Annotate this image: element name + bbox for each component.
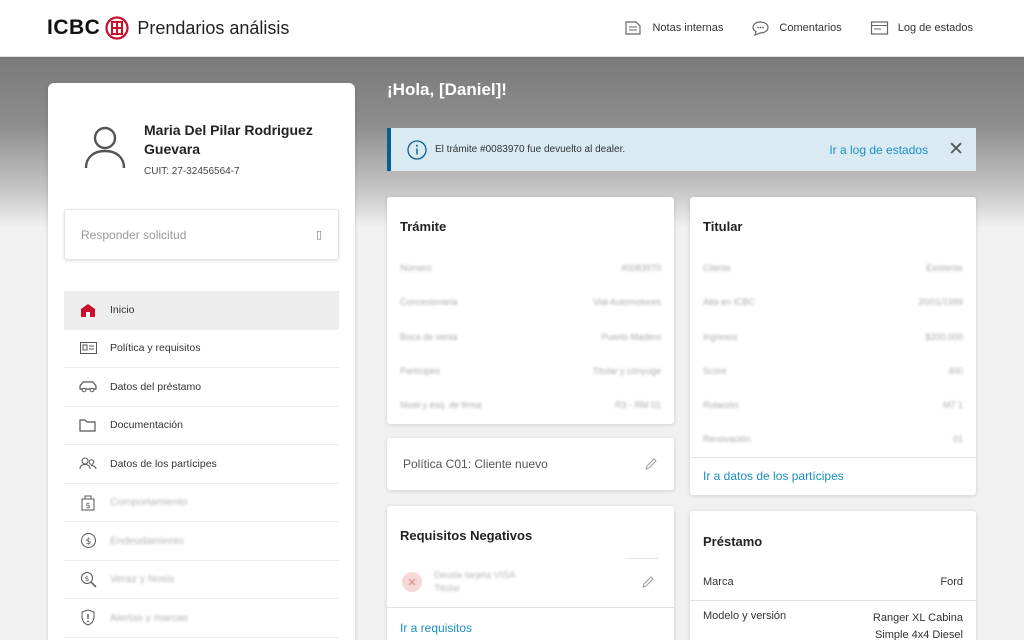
- tramite-row: Nivel y esq. de firma R3 - RM 01: [400, 400, 661, 410]
- icbc-logo-icon: [105, 16, 129, 40]
- sidebar-item-alertas[interactable]: Alertas y marcas: [64, 599, 339, 638]
- sidebar-item-comportamiento[interactable]: $ Comportamiento: [64, 484, 339, 522]
- divider: [690, 600, 976, 601]
- requirements-link[interactable]: Ir a requisitos: [400, 621, 472, 635]
- info-icon: [407, 139, 427, 160]
- sidebar-item-label: Datos de los partícipes: [110, 457, 217, 470]
- bag-icon: $: [79, 494, 97, 511]
- folder-icon: [79, 417, 97, 433]
- divider: [387, 607, 674, 608]
- policy-card[interactable]: Política C01: Cliente nuevo: [387, 438, 674, 490]
- tramite-card: Trámite Número #0083970 Concesionaria Vial…: [387, 197, 674, 424]
- requisitos-title: Requisitos Negativos: [400, 528, 533, 543]
- home-icon: [79, 302, 97, 318]
- id-card-icon: [79, 340, 97, 356]
- brand-wordmark: ICBC: [47, 16, 101, 39]
- sidebar-item-veraz[interactable]: $ Veraz y Nosis: [64, 561, 339, 599]
- field-value: Ranger XL Cabina Simple 4x4 Diesel: [872, 612, 963, 640]
- user-name: Maria Del Pilar Rodriguez Guevara: [144, 122, 313, 157]
- top-bar: ICBC Prendarios análisis Notas internas: [0, 0, 1024, 57]
- negative-marker-icon: [402, 572, 422, 592]
- negative-requirement-label: Deuda tarjeta VISA: [434, 570, 516, 581]
- tramite-row: Partícipes Titular y cónyuge: [400, 366, 661, 376]
- sidebar-item-label: Documentación: [110, 419, 183, 432]
- sidebar-item-label: Alertas y marcas: [110, 611, 189, 624]
- tramite-title: Trámite: [400, 219, 447, 234]
- requisitos-card: Requisitos Negativos Deuda tarjeta VISA …: [387, 506, 674, 640]
- sidebar-item-inicio[interactable]: Inicio: [64, 291, 339, 330]
- alert-message: El trámite #0083970 fue devuelto al deal…: [435, 144, 626, 155]
- notes-icon: [625, 21, 642, 35]
- prestamo-title: Préstamo: [703, 534, 763, 549]
- top-actions: Notas internas Comentarios Log de estado…: [596, 20, 1024, 36]
- shield-icon: [79, 609, 97, 626]
- debt-icon: $: [79, 533, 97, 549]
- close-icon[interactable]: ✕: [948, 140, 964, 159]
- sidebar-item-politica[interactable]: Política y requisitos: [64, 330, 339, 368]
- status-alert: El trámite #0083970 fue devuelto al deal…: [387, 128, 976, 171]
- svg-text:$: $: [85, 537, 91, 547]
- comments-label: Comentarios: [779, 22, 842, 34]
- field-label: Marca: [703, 576, 734, 588]
- comments-icon: [752, 21, 770, 36]
- divider: [690, 457, 976, 458]
- titular-row: Score 400: [703, 366, 963, 376]
- edit-icon[interactable]: [644, 457, 658, 471]
- sidebar-item-documentacion[interactable]: Documentación: [64, 407, 339, 445]
- prestamo-row: Modelo y versión Ranger XL Cabina Simple…: [703, 610, 963, 640]
- tramite-row: Concesionaria Vial Automotores: [400, 297, 661, 307]
- log-states-link[interactable]: Ir a log de estados: [829, 143, 928, 157]
- sidebar-item-endeudamiento[interactable]: $ Endeudamiento: [64, 522, 339, 561]
- app-title: Prendarios análisis: [137, 17, 290, 38]
- log-icon: [870, 21, 888, 35]
- brand[interactable]: ICBC Prendarios análisis: [47, 16, 289, 40]
- titular-row: Rotación M7 1: [703, 400, 963, 410]
- greeting: ¡Hola, [Daniel]!: [387, 80, 507, 99]
- sidebar-item-participes[interactable]: Datos de los partícipes: [64, 445, 339, 484]
- notes-label: Notas internas: [652, 22, 724, 34]
- sidebar-item-label: Comportamiento: [110, 496, 188, 509]
- reply-request-placeholder: Responder solicitud: [81, 227, 187, 242]
- titular-row: Ingresos $200.000: [703, 332, 963, 342]
- policy-label: Política C01: Cliente nuevo: [403, 457, 548, 471]
- field-value: Ford: [940, 576, 963, 588]
- sidebar-item-label: Datos del préstamo: [110, 380, 202, 393]
- sidebar-item-label: Endeudamiento: [110, 534, 184, 547]
- log-label: Log de estados: [897, 22, 973, 34]
- search-money-icon: $: [79, 571, 97, 588]
- titular-row: Cliente Existente: [703, 263, 963, 273]
- log-button[interactable]: Log de estados: [870, 20, 973, 36]
- user-avatar-icon: [84, 126, 126, 169]
- field-label: Modelo y versión: [703, 610, 787, 622]
- tramite-row: Boca de venta Puerto Madero: [400, 332, 661, 342]
- titular-row: Alta en ICBC 20/01/1999: [703, 297, 963, 307]
- prestamo-card: Préstamo Marca Ford Modelo y versión Ran…: [690, 511, 976, 640]
- notes-button[interactable]: Notas internas: [624, 20, 723, 36]
- comments-button[interactable]: Comentarios: [751, 20, 842, 36]
- sidebar: Maria Del Pilar Rodriguez Guevara CUIT: …: [48, 83, 355, 640]
- prestamo-row: Marca Ford: [703, 576, 963, 588]
- titular-row: Renovación 01: [703, 434, 963, 444]
- user-cuit: CUIT: 27-32456564-7: [144, 166, 240, 177]
- tramite-row: Número #0083970: [400, 263, 661, 273]
- sidebar-item-prestamo[interactable]: Datos del préstamo: [64, 368, 339, 407]
- sidebar-nav: Inicio Política y requisitos Datos del p…: [64, 291, 339, 638]
- titular-title: Titular: [703, 219, 743, 234]
- participants-link[interactable]: Ir a datos de los partícipes: [703, 469, 844, 483]
- user-info: Maria Del Pilar Rodriguez Guevara CUIT: …: [80, 121, 314, 177]
- reply-request-field[interactable]: Responder solicitud ▯: [64, 209, 339, 260]
- reply-request-icon: ▯: [315, 229, 322, 241]
- negative-requirement-item: Deuda tarjeta VISA Titular: [402, 569, 659, 595]
- svg-text:$: $: [85, 501, 90, 510]
- sidebar-item-label: Política y requisitos: [110, 342, 201, 355]
- svg-text:$: $: [84, 575, 88, 583]
- people-icon: [79, 456, 97, 472]
- sidebar-item-label: Inicio: [110, 304, 135, 317]
- divider: [626, 558, 659, 559]
- sidebar-item-label: Veraz y Nosis: [110, 573, 175, 586]
- negative-requirement-subject: Titular: [434, 583, 461, 594]
- titular-card: Titular Cliente Existente Alta en ICBC 20/…: [690, 197, 976, 495]
- car-icon: [79, 379, 97, 395]
- edit-icon[interactable]: [641, 575, 655, 589]
